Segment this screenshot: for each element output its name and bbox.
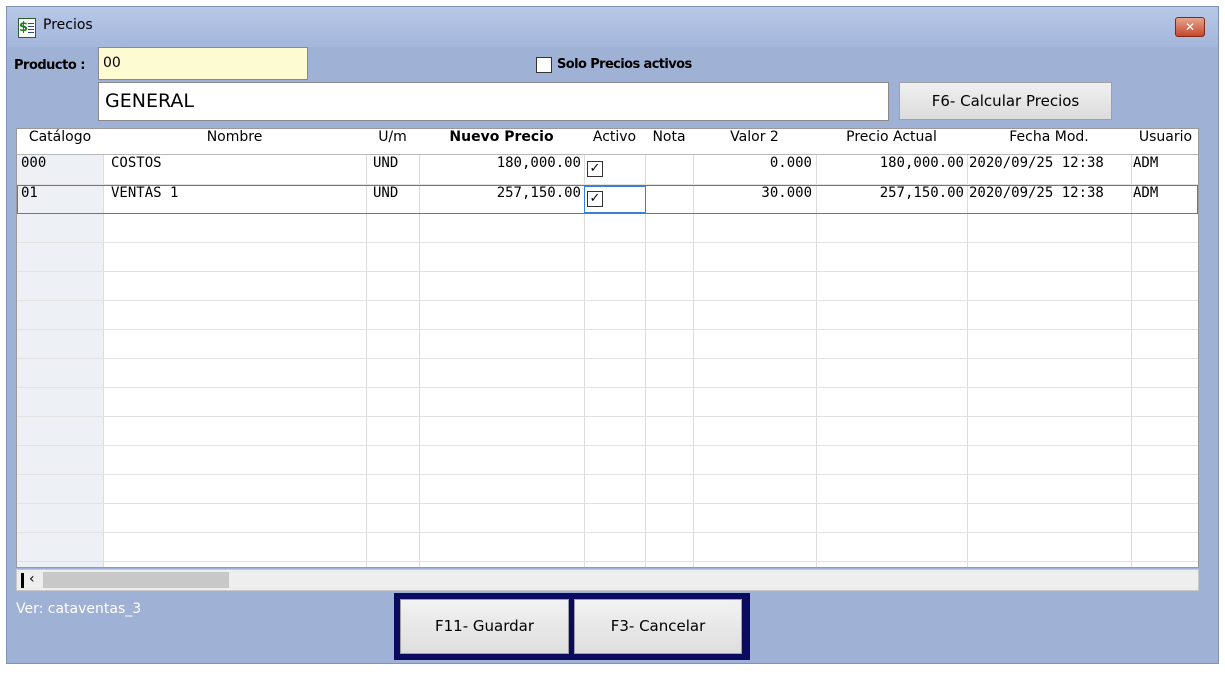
cell-catalogo[interactable]: 000: [21, 155, 101, 184]
producto-label: Producto :: [14, 58, 86, 73]
calcular-precios-button[interactable]: F6- Calcular Precios: [899, 82, 1112, 120]
title-bar: $ Precios ✕: [7, 7, 1218, 47]
close-button[interactable]: ✕: [1175, 17, 1205, 37]
producto-descripcion-field[interactable]: GENERAL: [98, 82, 889, 121]
scrollbar-thumb[interactable]: [43, 572, 229, 588]
price-sheet-icon: $: [18, 18, 36, 38]
cell-um[interactable]: UND: [373, 185, 417, 214]
cell-fecha-mod[interactable]: 2020/09/25 12:38: [969, 155, 1131, 184]
cell-nota[interactable]: [645, 155, 693, 184]
cell-um[interactable]: UND: [373, 155, 417, 184]
scroll-left-icon[interactable]: ‹: [29, 571, 35, 587]
catalogo-column-band: [17, 155, 103, 567]
col-header-precio-actual[interactable]: Precio Actual: [816, 129, 967, 154]
grid-header: Catálogo Nombre U/m Nuevo Precio Activo …: [17, 129, 1198, 155]
col-header-usuario[interactable]: Usuario: [1131, 129, 1198, 154]
scroll-edge-marker: [21, 573, 24, 588]
col-header-catalogo[interactable]: Catálogo: [17, 129, 103, 154]
version-label: Ver: cataventas_3: [16, 601, 142, 617]
cell-fecha-mod[interactable]: 2020/09/25 12:38: [969, 185, 1131, 214]
precios-grid[interactable]: Catálogo Nombre U/m Nuevo Precio Activo …: [16, 128, 1199, 568]
cell-precio-actual[interactable]: 180,000.00: [816, 155, 964, 184]
cancelar-button[interactable]: F3- Cancelar: [574, 599, 742, 654]
cell-nombre[interactable]: COSTOS: [111, 155, 361, 184]
footer-button-group: F11- Guardar F3- Cancelar: [394, 593, 750, 660]
activo-checkbox[interactable]: ✓: [587, 191, 603, 207]
cell-valor2[interactable]: 30.000: [693, 185, 812, 214]
cell-usuario[interactable]: ADM: [1133, 185, 1198, 214]
col-header-activo[interactable]: Activo: [584, 129, 645, 154]
col-header-um[interactable]: U/m: [366, 129, 419, 154]
col-header-nota[interactable]: Nota: [645, 129, 693, 154]
table-row[interactable]: 000 COSTOS UND 180,000.00 ✓ 0.000 180,00…: [17, 155, 1198, 184]
guardar-button[interactable]: F11- Guardar: [400, 599, 569, 654]
col-header-nombre[interactable]: Nombre: [103, 129, 366, 154]
producto-input[interactable]: 00: [98, 47, 308, 80]
cell-nombre[interactable]: VENTAS 1: [111, 185, 361, 214]
solo-precios-activos-label[interactable]: Solo Precios activos: [557, 57, 692, 72]
col-header-fecha-mod[interactable]: Fecha Mod.: [967, 129, 1131, 154]
col-header-valor2[interactable]: Valor 2: [693, 129, 816, 154]
cell-precio-actual[interactable]: 257,150.00: [816, 185, 964, 214]
table-row[interactable]: 01 VENTAS 1 UND 257,150.00 ✓ 30.000 257,…: [17, 185, 1198, 214]
solo-precios-activos-checkbox[interactable]: [536, 57, 552, 73]
cell-valor2[interactable]: 0.000: [693, 155, 812, 184]
activo-checkbox[interactable]: ✓: [587, 161, 603, 177]
cell-nuevo-precio[interactable]: 257,150.00: [419, 185, 581, 214]
cell-catalogo[interactable]: 01: [21, 185, 101, 214]
horizontal-scrollbar[interactable]: ‹: [16, 569, 1199, 591]
window-title: Precios: [43, 17, 93, 33]
cell-nota[interactable]: [645, 185, 693, 214]
cell-nuevo-precio[interactable]: 180,000.00: [419, 155, 581, 184]
cell-usuario[interactable]: ADM: [1133, 155, 1198, 184]
col-header-nuevo-precio[interactable]: Nuevo Precio: [419, 129, 584, 154]
